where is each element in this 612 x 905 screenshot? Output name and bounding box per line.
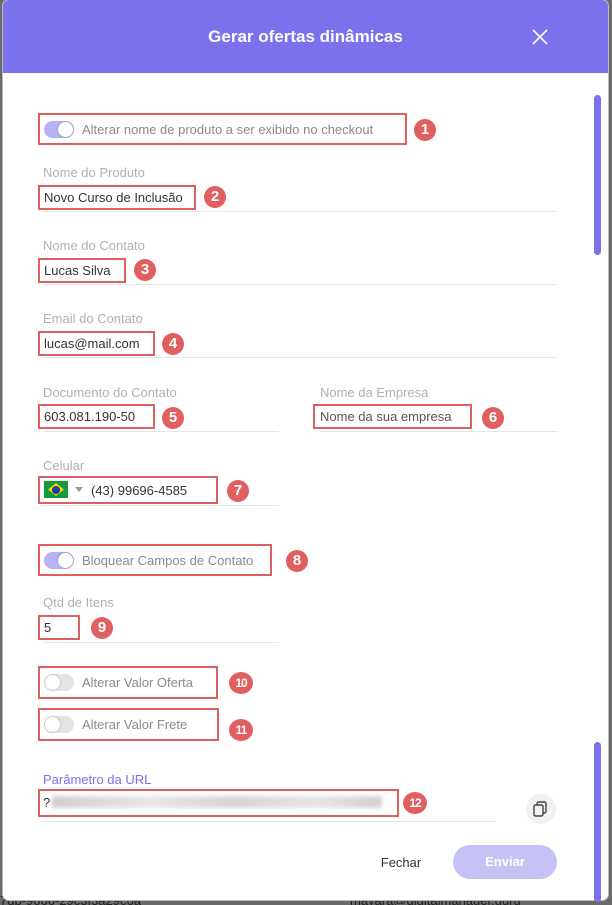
badge-5: 5 xyxy=(162,407,184,429)
documento-label: Documento do Contato xyxy=(43,385,177,400)
nome-contato-underline xyxy=(43,284,557,285)
url-blurred-value xyxy=(52,796,382,808)
scrollbar-thumb-bottom[interactable] xyxy=(594,742,601,902)
url-underline xyxy=(43,821,496,822)
toggle-valor-frete-label: Alterar Valor Frete xyxy=(82,717,188,732)
modal-title: Gerar ofertas dinâmicas xyxy=(208,27,403,46)
toggle-alterar-nome-label: Alterar nome de produto a ser exibido no… xyxy=(82,122,374,137)
toggle-bloquear-label: Bloquear Campos de Contato xyxy=(82,553,254,568)
enviar-button[interactable]: Enviar xyxy=(453,845,557,879)
nome-contato-input[interactable]: Lucas Silva xyxy=(44,263,110,278)
toggle-valor-frete[interactable] xyxy=(44,716,74,733)
email-contato-input[interactable]: lucas@mail.com xyxy=(44,336,140,351)
celular-label: Celular xyxy=(43,458,85,473)
nome-produto-underline xyxy=(43,211,557,212)
qtd-itens-input[interactable]: 5 xyxy=(44,620,51,635)
close-icon[interactable] xyxy=(531,28,549,46)
email-contato-underline xyxy=(43,357,557,358)
qtd-itens-label: Qtd de Itens xyxy=(43,595,114,610)
brazil-flag-icon[interactable] xyxy=(44,481,68,498)
chevron-down-icon[interactable] xyxy=(75,487,83,492)
email-contato-label: Email do Contato xyxy=(43,311,143,326)
badge-10: 10 xyxy=(229,672,253,694)
badge-11: 11 xyxy=(229,719,253,741)
modal-header: Gerar ofertas dinâmicas xyxy=(3,0,608,73)
copy-icon xyxy=(533,801,547,817)
badge-8: 8 xyxy=(286,550,308,572)
nome-produto-input[interactable]: Novo Curso de Inclusão xyxy=(44,190,183,205)
qtd-itens-underline xyxy=(43,642,279,643)
celular-underline xyxy=(43,505,279,506)
empresa-input[interactable]: Nome da sua empresa xyxy=(320,409,452,424)
toggle-valor-oferta[interactable] xyxy=(44,674,74,691)
toggle-valor-oferta-label: Alterar Valor Oferta xyxy=(82,675,194,690)
empresa-label: Nome da Empresa xyxy=(320,385,429,400)
url-input-prefix[interactable]: ? xyxy=(43,795,50,810)
badge-2: 2 xyxy=(204,186,226,208)
badge-6: 6 xyxy=(482,407,504,429)
empresa-underline xyxy=(320,431,557,432)
nome-contato-label: Nome do Contato xyxy=(43,238,145,253)
scrollbar-thumb-top[interactable] xyxy=(594,95,601,255)
toggle-alterar-nome-produto[interactable] xyxy=(44,121,74,138)
copy-button[interactable] xyxy=(526,794,556,824)
badge-9: 9 xyxy=(91,617,113,639)
badge-1: 1 xyxy=(414,119,436,141)
badge-7: 7 xyxy=(227,480,249,502)
nome-produto-label: Nome do Produto xyxy=(43,165,145,180)
badge-4: 4 xyxy=(162,333,184,355)
celular-input[interactable]: (43) 99696-4585 xyxy=(91,483,187,498)
badge-12: 12 xyxy=(403,792,427,814)
toggle-bloquear-campos[interactable] xyxy=(44,552,74,569)
documento-underline xyxy=(43,431,279,432)
documento-input[interactable]: 603.081.190-50 xyxy=(44,409,135,424)
url-label: Parâmetro da URL xyxy=(43,772,152,787)
fechar-button[interactable]: Fechar xyxy=(368,848,434,878)
badge-3: 3 xyxy=(134,259,156,281)
